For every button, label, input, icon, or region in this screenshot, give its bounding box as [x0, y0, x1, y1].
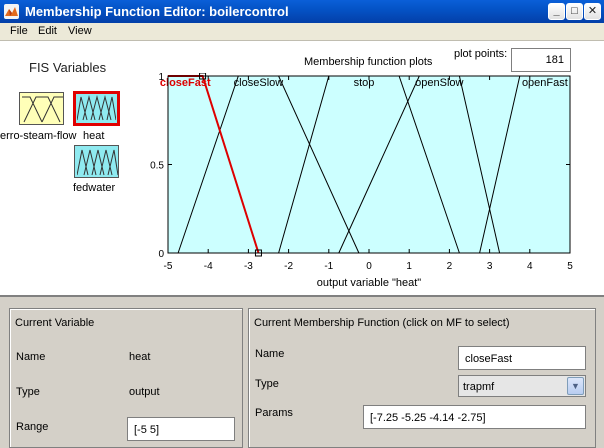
x-tick-label: 4 [527, 261, 533, 272]
chevron-down-icon[interactable]: ▼ [567, 377, 584, 395]
x-tick-label: -1 [324, 261, 333, 272]
input-mf-icon [77, 149, 118, 176]
mf-type-value: trapmf [463, 381, 495, 393]
mf-label-stop: stop [354, 77, 375, 89]
x-tick-label: 0 [366, 261, 372, 272]
output-mf-icon [77, 95, 116, 121]
variable-name-label: Name [16, 351, 46, 363]
plot-header: Membership function plots [304, 56, 433, 68]
x-tick-label: -4 [204, 261, 213, 272]
variable-label-erro-steam-flow: erro-steam-flow [0, 130, 77, 142]
plot-points-input[interactable]: 181 [511, 48, 571, 72]
variable-type-value: output [129, 386, 160, 398]
mf-label-openSlow: openSlow [415, 77, 463, 89]
mf-params-label: Params [255, 407, 293, 419]
input-mf-icon [22, 96, 63, 123]
menu-edit[interactable]: Edit [38, 25, 57, 37]
current-variable-panel: Current Variable Name heat Type output R… [9, 308, 243, 448]
mf-type-label: Type [255, 378, 279, 390]
plot-points-label: plot points: [454, 48, 508, 60]
current-mf-panel: Current Membership Function (click on MF… [248, 308, 596, 448]
variable-icon-heat[interactable] [73, 91, 120, 126]
mf-label-openFast: openFast [522, 77, 568, 89]
current-variable-title: Current Variable [15, 317, 95, 329]
x-tick-label: -5 [164, 261, 173, 272]
minimize-button[interactable]: _ [548, 3, 565, 20]
fis-variables-title: FIS Variables [29, 60, 107, 75]
title-bar: Membership Function Editor: boilercontro… [0, 0, 604, 23]
mf-params-input[interactable]: [-7.25 -5.25 -4.14 -2.75] [363, 405, 586, 429]
menu-view[interactable]: View [68, 25, 92, 37]
variable-label-heat: heat [83, 130, 105, 142]
x-tick-label: 5 [567, 261, 573, 272]
maximize-button[interactable]: □ [566, 3, 583, 20]
variable-icon-erro-steam-flow[interactable] [19, 92, 64, 125]
y-tick-label: 0 [158, 249, 164, 260]
x-tick-label: 3 [487, 261, 493, 272]
bottom-panel-area: Current Variable Name heat Type output R… [0, 295, 604, 448]
current-mf-title: Current Membership Function (click on MF… [254, 317, 510, 329]
x-tick-label: -3 [244, 261, 253, 272]
mf-label-closeSlow: closeSlow [234, 77, 284, 89]
main-area: FIS Variables erro-steam-flow heat fedwa… [0, 41, 604, 295]
variable-type-label: Type [16, 386, 40, 398]
membership-function-plot[interactable]: -5 -4 -3 -2 -1 0 1 2 3 4 500.51 closeSlow stop openSl… [150, 73, 590, 295]
variable-range-label: Range [16, 421, 49, 433]
close-button[interactable]: ✕ [584, 3, 601, 20]
plot-background [167, 75, 571, 254]
y-tick-label: 0.5 [150, 161, 164, 172]
mf-type-select[interactable]: trapmf ▼ [458, 375, 586, 397]
x-tick-label: 2 [447, 261, 453, 272]
window-title: Membership Function Editor: boilercontro… [25, 4, 289, 19]
x-axis-label: output variable "heat" [317, 277, 422, 289]
menu-bar: File Edit View [0, 23, 604, 41]
matlab-app-icon [4, 4, 19, 19]
mf-name-label: Name [255, 348, 285, 360]
x-tick-label: 1 [406, 261, 412, 272]
variable-label-fedwater: fedwater [73, 182, 116, 194]
mf-name-input[interactable]: closeFast [458, 346, 586, 370]
variable-name-value: heat [129, 351, 151, 363]
variable-range-input[interactable]: [-5 5] [127, 417, 235, 441]
variable-icon-fedwater[interactable] [74, 145, 119, 178]
x-tick-label: -2 [284, 261, 293, 272]
menu-file[interactable]: File [10, 25, 28, 37]
